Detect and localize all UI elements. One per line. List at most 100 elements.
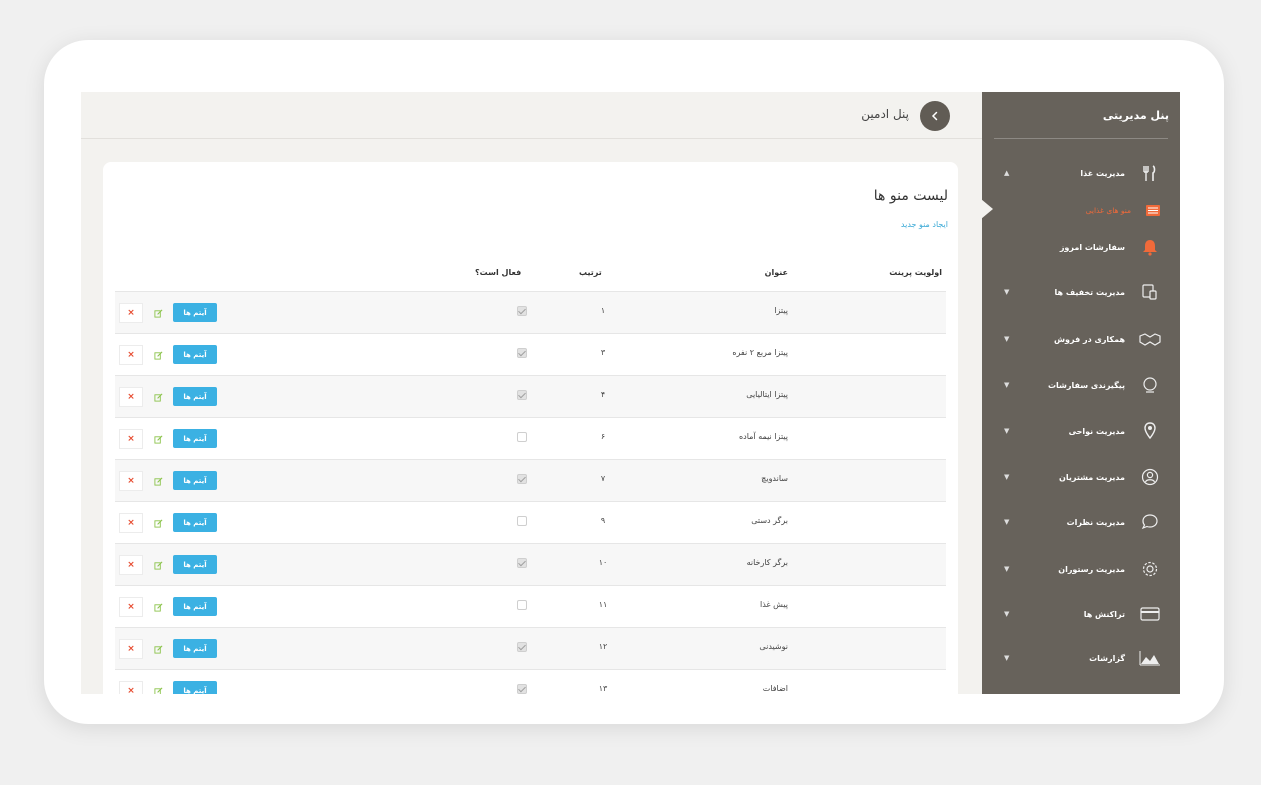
edit-button[interactable] bbox=[147, 513, 169, 533]
sidebar-item-6[interactable]: پیگیرندی سفارشات ▼ bbox=[982, 370, 1180, 400]
delete-button[interactable]: × bbox=[119, 597, 143, 617]
edit-button[interactable] bbox=[147, 303, 169, 323]
items-button[interactable]: آیتم ها bbox=[173, 471, 217, 490]
delete-button[interactable]: × bbox=[119, 387, 143, 407]
active-checkbox[interactable] bbox=[517, 558, 527, 568]
sidebar-item-4[interactable]: مدیریت تخفیف ها ▼ bbox=[982, 277, 1180, 307]
items-button[interactable]: آیتم ها bbox=[173, 639, 217, 658]
globe-icon bbox=[1139, 374, 1161, 396]
active-checkbox[interactable] bbox=[517, 684, 527, 694]
active-checkbox[interactable] bbox=[517, 642, 527, 652]
delete-button[interactable]: × bbox=[119, 639, 143, 659]
delete-button[interactable]: × bbox=[119, 513, 143, 533]
items-button[interactable]: آیتم ها bbox=[173, 345, 217, 364]
delete-button[interactable]: × bbox=[119, 681, 143, 694]
row-title: اضافات bbox=[762, 684, 788, 693]
caret-up-icon: ▲ bbox=[1004, 169, 1010, 177]
items-button[interactable]: آیتم ها bbox=[173, 513, 217, 532]
items-button[interactable]: آیتم ها bbox=[173, 681, 217, 694]
sidebar-item-3[interactable]: سفارشات امروز bbox=[982, 232, 1180, 262]
items-button[interactable]: آیتم ها bbox=[173, 597, 217, 616]
active-checkbox[interactable] bbox=[517, 516, 527, 526]
row-title: پیتزا ایتالیایی bbox=[746, 390, 788, 399]
delete-button[interactable]: × bbox=[119, 429, 143, 449]
sidebar-item-8[interactable]: مدیریت مشتریان ▼ bbox=[982, 462, 1180, 492]
row-title: برگر کارخانه bbox=[746, 558, 788, 567]
sidebar-item-label: مدیریت غذا bbox=[1080, 168, 1125, 178]
admin-screen: پنل ادمین لیست منو ها ایجاد منو جدید اول… bbox=[81, 92, 1180, 694]
create-menu-link[interactable]: ایجاد منو جدید bbox=[901, 220, 948, 229]
items-button[interactable]: آیتم ها bbox=[173, 387, 217, 406]
table-row: ساندویچ ۷ آیتم ها × bbox=[115, 459, 946, 501]
column-header-print-priority: اولویت پرینت bbox=[889, 268, 942, 277]
edit-icon bbox=[153, 435, 162, 444]
top-bar: پنل ادمین bbox=[81, 92, 982, 139]
sidebar-item-label: مدیریت مشتریان bbox=[1059, 472, 1125, 482]
menu-table-body: پیتزا ۱ آیتم ها × پیتزا مربع ۲ نفره ۳ آیتم ها ×… bbox=[115, 291, 946, 694]
sidebar-item-2[interactable]: منو های غذایی bbox=[982, 200, 1180, 220]
edit-button[interactable] bbox=[147, 429, 169, 449]
sidebar-title: پنل مدیریتی bbox=[1102, 109, 1169, 122]
table-row: برگر کارخانه ۱۰ آیتم ها × bbox=[115, 543, 946, 585]
delete-button[interactable]: × bbox=[119, 345, 143, 365]
sidebar-item-label: همکاری در فروش bbox=[1053, 334, 1125, 344]
table-row: پیش غذا ۱۱ آیتم ها × bbox=[115, 585, 946, 627]
items-button[interactable]: آیتم ها bbox=[173, 429, 217, 448]
sidebar-item-9[interactable]: مدیریت نظرات ▼ bbox=[982, 507, 1180, 537]
edit-button[interactable] bbox=[147, 387, 169, 407]
row-order: ۶ bbox=[600, 432, 606, 441]
chevron-right-icon bbox=[931, 111, 938, 121]
edit-button[interactable] bbox=[147, 597, 169, 617]
edit-button[interactable] bbox=[147, 471, 169, 491]
bell-icon bbox=[1139, 236, 1161, 258]
sidebar-item-label: گزارشات bbox=[1089, 653, 1125, 663]
edit-button[interactable] bbox=[147, 555, 169, 575]
table-row: پیتزا نیمه آماده ۶ آیتم ها × bbox=[115, 417, 946, 459]
row-order: ۴ bbox=[600, 390, 606, 399]
active-checkbox[interactable] bbox=[517, 390, 527, 400]
sidebar-item-11[interactable]: تراکنش ها ▼ bbox=[982, 599, 1180, 629]
chat-bubble-icon bbox=[1139, 511, 1161, 533]
row-order: ۱۰ bbox=[598, 558, 608, 567]
sidebar-item-5[interactable]: همکاری در فروش ▼ bbox=[982, 324, 1180, 354]
row-order: ۱ bbox=[600, 306, 606, 315]
table-row: پیتزا ۱ آیتم ها × bbox=[115, 291, 946, 333]
edit-button[interactable] bbox=[147, 681, 169, 694]
row-title: پیتزا مربع ۲ نفره bbox=[732, 348, 788, 357]
delete-button[interactable]: × bbox=[119, 471, 143, 491]
sidebar-toggle-button[interactable] bbox=[920, 101, 950, 131]
row-order: ۹ bbox=[600, 516, 606, 525]
table-row: اضافات ۱۳ آیتم ها × bbox=[115, 669, 946, 694]
caret-down-icon: ▼ bbox=[1004, 610, 1010, 618]
delete-button[interactable]: × bbox=[119, 303, 143, 323]
caret-down-icon: ▼ bbox=[1004, 565, 1010, 573]
delete-button[interactable]: × bbox=[119, 555, 143, 575]
column-header-active: فعال است؟ bbox=[475, 268, 522, 277]
table-row: پیتزا مربع ۲ نفره ۳ آیتم ها × bbox=[115, 333, 946, 375]
sidebar-item-label: مدیریت نواحی bbox=[1068, 426, 1125, 436]
active-checkbox[interactable] bbox=[517, 474, 527, 484]
caret-down-icon: ▼ bbox=[1004, 381, 1010, 389]
edit-icon bbox=[153, 393, 162, 402]
edit-button[interactable] bbox=[147, 345, 169, 365]
active-checkbox[interactable] bbox=[517, 432, 527, 442]
row-order: ۱۲ bbox=[598, 642, 608, 651]
row-title: برگر دستی bbox=[751, 516, 788, 525]
caret-down-icon: ▼ bbox=[1004, 427, 1010, 435]
sidebar-item-1[interactable]: مدیریت غذا ▲ bbox=[982, 158, 1180, 188]
items-button[interactable]: آیتم ها bbox=[173, 303, 217, 322]
edit-icon bbox=[153, 561, 162, 570]
sidebar-item-12[interactable]: گزارشات ▼ bbox=[982, 643, 1180, 673]
active-checkbox[interactable] bbox=[517, 306, 527, 316]
sidebar-item-label: تراکنش ها bbox=[1083, 609, 1125, 619]
row-title: پیتزا bbox=[774, 306, 788, 315]
row-order: ۳ bbox=[600, 348, 606, 357]
active-checkbox[interactable] bbox=[517, 600, 527, 610]
edit-button[interactable] bbox=[147, 639, 169, 659]
sidebar-item-10[interactable]: مدیریت رستوران ▼ bbox=[982, 554, 1180, 584]
active-checkbox[interactable] bbox=[517, 348, 527, 358]
sidebar-divider bbox=[994, 138, 1168, 139]
sidebar-item-7[interactable]: مدیریت نواحی ▼ bbox=[982, 416, 1180, 446]
table-row: پیتزا ایتالیایی ۴ آیتم ها × bbox=[115, 375, 946, 417]
items-button[interactable]: آیتم ها bbox=[173, 555, 217, 574]
